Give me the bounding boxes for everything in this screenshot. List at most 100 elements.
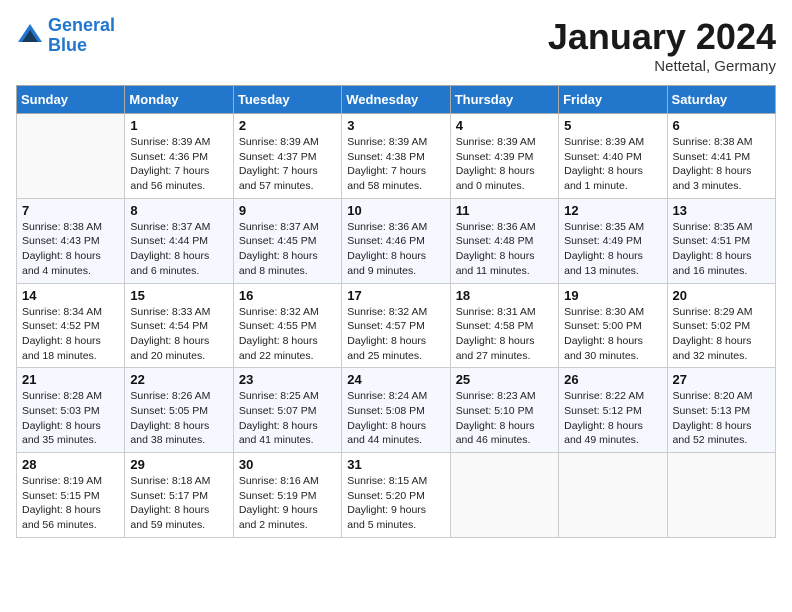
day-info: Sunrise: 8:28 AM Sunset: 5:03 PM Dayligh… <box>22 389 119 448</box>
day-number: 12 <box>564 203 661 218</box>
day-info: Sunrise: 8:32 AM Sunset: 4:55 PM Dayligh… <box>239 305 336 364</box>
logo-icon <box>16 22 44 50</box>
day-info: Sunrise: 8:15 AM Sunset: 5:20 PM Dayligh… <box>347 474 444 533</box>
header: General Blue January 2024 Nettetal, Germ… <box>16 16 776 75</box>
day-number: 10 <box>347 203 444 218</box>
day-info: Sunrise: 8:26 AM Sunset: 5:05 PM Dayligh… <box>130 389 227 448</box>
week-row-3: 14Sunrise: 8:34 AM Sunset: 4:52 PM Dayli… <box>17 283 776 368</box>
logo-line1: General <box>48 15 115 35</box>
day-cell: 5Sunrise: 8:39 AM Sunset: 4:40 PM Daylig… <box>559 114 667 199</box>
day-cell: 24 Sunrise: 8:24 AM Sunset: 5:08 PM Dayli… <box>342 368 450 453</box>
day-number: 15 <box>130 288 227 303</box>
day-number: 18 <box>456 288 553 303</box>
day-cell: 9 Sunrise: 8:37 AM Sunset: 4:45 PM Daylig… <box>233 198 341 283</box>
day-number: 27 <box>673 372 770 387</box>
day-info: Sunrise: 8:39 AM Sunset: 4:39 PM Dayligh… <box>456 135 553 194</box>
day-info: Sunrise: 8:23 AM Sunset: 5:10 PM Dayligh… <box>456 389 553 448</box>
day-number: 16 <box>239 288 336 303</box>
day-number: 24 <box>347 372 444 387</box>
day-info: Sunrise: 8:37 AM Sunset: 4:45 PM Dayligh… <box>239 220 336 279</box>
day-info: Sunrise: 8:30 AM Sunset: 5:00 PM Dayligh… <box>564 305 661 364</box>
weekday-header-sunday: Sunday <box>17 86 125 114</box>
month-title: January 2024 <box>548 16 776 58</box>
weekday-header-row: SundayMondayTuesdayWednesdayThursdayFrid… <box>17 86 776 114</box>
day-info: Sunrise: 8:36 AM Sunset: 4:48 PM Dayligh… <box>456 220 553 279</box>
day-cell: 17Sunrise: 8:32 AM Sunset: 4:57 PM Dayli… <box>342 283 450 368</box>
day-number: 28 <box>22 457 119 472</box>
day-info: Sunrise: 8:32 AM Sunset: 4:57 PM Dayligh… <box>347 305 444 364</box>
day-cell: 6 Sunrise: 8:38 AM Sunset: 4:41 PM Daylig… <box>667 114 775 199</box>
day-number: 2 <box>239 118 336 133</box>
day-number: 3 <box>347 118 444 133</box>
weekday-header-monday: Monday <box>125 86 233 114</box>
day-info: Sunrise: 8:39 AM Sunset: 4:40 PM Dayligh… <box>564 135 661 194</box>
day-cell: 29 Sunrise: 8:18 AM Sunset: 5:17 PM Dayli… <box>125 453 233 538</box>
day-number: 20 <box>673 288 770 303</box>
day-number: 23 <box>239 372 336 387</box>
day-info: Sunrise: 8:37 AM Sunset: 4:44 PM Dayligh… <box>130 220 227 279</box>
day-number: 21 <box>22 372 119 387</box>
day-cell: 11 Sunrise: 8:36 AM Sunset: 4:48 PM Dayli… <box>450 198 558 283</box>
day-number: 25 <box>456 372 553 387</box>
day-number: 9 <box>239 203 336 218</box>
title-area: January 2024 Nettetal, Germany <box>548 16 776 75</box>
day-info: Sunrise: 8:24 AM Sunset: 5:08 PM Dayligh… <box>347 389 444 448</box>
day-number: 30 <box>239 457 336 472</box>
day-cell: 27 Sunrise: 8:20 AM Sunset: 5:13 PM Dayli… <box>667 368 775 453</box>
day-info: Sunrise: 8:31 AM Sunset: 4:58 PM Dayligh… <box>456 305 553 364</box>
day-cell <box>450 453 558 538</box>
day-info: Sunrise: 8:19 AM Sunset: 5:15 PM Dayligh… <box>22 474 119 533</box>
day-info: Sunrise: 8:34 AM Sunset: 4:52 PM Dayligh… <box>22 305 119 364</box>
day-number: 31 <box>347 457 444 472</box>
day-cell: 20 Sunrise: 8:29 AM Sunset: 5:02 PM Dayli… <box>667 283 775 368</box>
day-info: Sunrise: 8:25 AM Sunset: 5:07 PM Dayligh… <box>239 389 336 448</box>
day-cell: 22Sunrise: 8:26 AM Sunset: 5:05 PM Dayli… <box>125 368 233 453</box>
day-info: Sunrise: 8:20 AM Sunset: 5:13 PM Dayligh… <box>673 389 770 448</box>
day-cell: 31 Sunrise: 8:15 AM Sunset: 5:20 PM Dayli… <box>342 453 450 538</box>
day-info: Sunrise: 8:39 AM Sunset: 4:38 PM Dayligh… <box>347 135 444 194</box>
day-cell: 14Sunrise: 8:34 AM Sunset: 4:52 PM Dayli… <box>17 283 125 368</box>
day-cell: 28 Sunrise: 8:19 AM Sunset: 5:15 PM Dayli… <box>17 453 125 538</box>
day-number: 19 <box>564 288 661 303</box>
weekday-header-thursday: Thursday <box>450 86 558 114</box>
day-info: Sunrise: 8:16 AM Sunset: 5:19 PM Dayligh… <box>239 474 336 533</box>
day-info: Sunrise: 8:39 AM Sunset: 4:36 PM Dayligh… <box>130 135 227 194</box>
day-number: 6 <box>673 118 770 133</box>
day-cell: 12Sunrise: 8:35 AM Sunset: 4:49 PM Dayli… <box>559 198 667 283</box>
weekday-header-friday: Friday <box>559 86 667 114</box>
day-number: 7 <box>22 203 119 218</box>
day-cell: 13 Sunrise: 8:35 AM Sunset: 4:51 PM Dayli… <box>667 198 775 283</box>
day-info: Sunrise: 8:18 AM Sunset: 5:17 PM Dayligh… <box>130 474 227 533</box>
day-cell: 26Sunrise: 8:22 AM Sunset: 5:12 PM Dayli… <box>559 368 667 453</box>
day-cell: 25 Sunrise: 8:23 AM Sunset: 5:10 PM Dayli… <box>450 368 558 453</box>
logo-line2: Blue <box>48 35 87 55</box>
day-info: Sunrise: 8:33 AM Sunset: 4:54 PM Dayligh… <box>130 305 227 364</box>
day-cell: 7 Sunrise: 8:38 AM Sunset: 4:43 PM Daylig… <box>17 198 125 283</box>
day-number: 8 <box>130 203 227 218</box>
day-info: Sunrise: 8:29 AM Sunset: 5:02 PM Dayligh… <box>673 305 770 364</box>
day-cell: 18 Sunrise: 8:31 AM Sunset: 4:58 PM Dayli… <box>450 283 558 368</box>
day-info: Sunrise: 8:35 AM Sunset: 4:51 PM Dayligh… <box>673 220 770 279</box>
logo: General Blue <box>16 16 115 56</box>
weekday-header-wednesday: Wednesday <box>342 86 450 114</box>
weekday-header-tuesday: Tuesday <box>233 86 341 114</box>
day-cell: 1Sunrise: 8:39 AM Sunset: 4:36 PM Daylig… <box>125 114 233 199</box>
weekday-header-saturday: Saturday <box>667 86 775 114</box>
logo-text: General Blue <box>48 16 115 56</box>
day-number: 13 <box>673 203 770 218</box>
day-cell: 23 Sunrise: 8:25 AM Sunset: 5:07 PM Dayli… <box>233 368 341 453</box>
day-number: 29 <box>130 457 227 472</box>
day-cell <box>559 453 667 538</box>
week-row-5: 28 Sunrise: 8:19 AM Sunset: 5:15 PM Dayli… <box>17 453 776 538</box>
day-cell: 16 Sunrise: 8:32 AM Sunset: 4:55 PM Dayli… <box>233 283 341 368</box>
day-info: Sunrise: 8:38 AM Sunset: 4:41 PM Dayligh… <box>673 135 770 194</box>
day-cell: 4Sunrise: 8:39 AM Sunset: 4:39 PM Daylig… <box>450 114 558 199</box>
day-info: Sunrise: 8:38 AM Sunset: 4:43 PM Dayligh… <box>22 220 119 279</box>
day-info: Sunrise: 8:36 AM Sunset: 4:46 PM Dayligh… <box>347 220 444 279</box>
day-cell: 15 Sunrise: 8:33 AM Sunset: 4:54 PM Dayli… <box>125 283 233 368</box>
day-number: 11 <box>456 203 553 218</box>
week-row-1: 1Sunrise: 8:39 AM Sunset: 4:36 PM Daylig… <box>17 114 776 199</box>
day-cell: 10 Sunrise: 8:36 AM Sunset: 4:46 PM Dayli… <box>342 198 450 283</box>
location-subtitle: Nettetal, Germany <box>548 58 776 75</box>
day-cell: 21 Sunrise: 8:28 AM Sunset: 5:03 PM Dayli… <box>17 368 125 453</box>
